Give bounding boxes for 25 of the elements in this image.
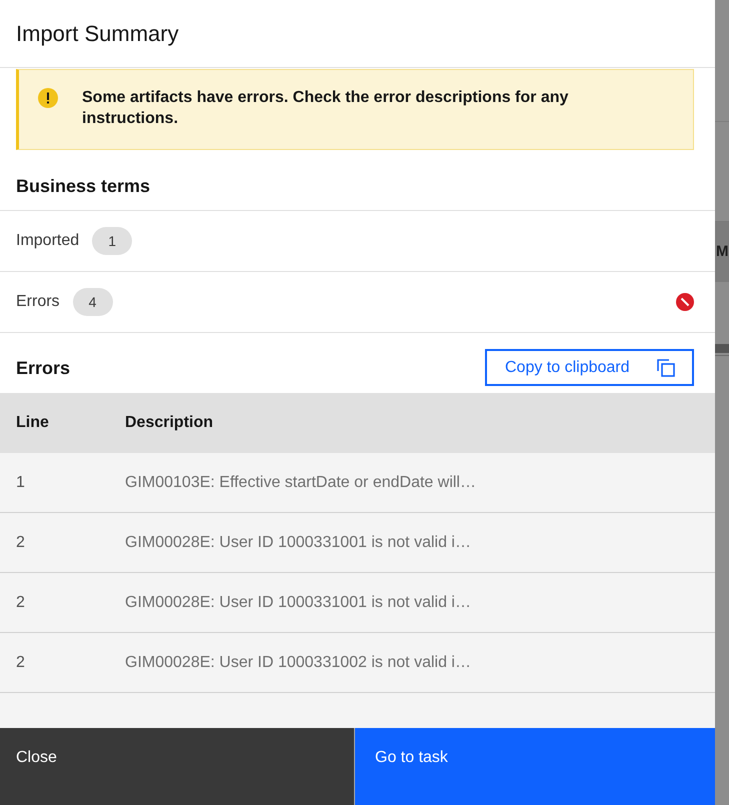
count-tag: 4 [72,288,113,316]
column-header: Description [125,413,214,433]
notification-message: Some artifacts have errors. Check the error descriptions for any instructions. [82,88,570,129]
go-to-task-button[interactable]: Go to task [354,728,715,805]
line-number: 2 [15,592,26,612]
error-description: GIM00103E: Effective startDate or endDate will… [125,472,476,492]
error-description: GIM00028E: User ID 1000331001 is not valid i… [125,592,471,612]
line-number: 1 [15,472,26,492]
section-heading: Errors [16,356,70,380]
background-divider [715,344,729,356]
summary-label: Errors [16,292,60,312]
dialog-title: Import Summary [16,20,179,48]
line-number: 2 [15,532,26,552]
error-description: GIM00028E: User ID 1000331002 is not valid i… [125,652,471,672]
line-number: 2 [15,652,26,672]
column-header: Line [15,413,50,433]
error-description: GIM00028E: User ID 1000331001 is not valid i… [125,532,471,552]
warning-icon [38,88,58,108]
copy-icon [657,358,675,376]
count-tag: 1 [92,227,132,255]
summary-label: Imported [16,231,80,251]
copy-to-clipboard-button[interactable]: Copy to clipboard [485,349,694,386]
background-page-text: M [715,243,728,261]
close-button[interactable]: Close [0,728,354,805]
section-heading: Business terms [16,175,152,198]
